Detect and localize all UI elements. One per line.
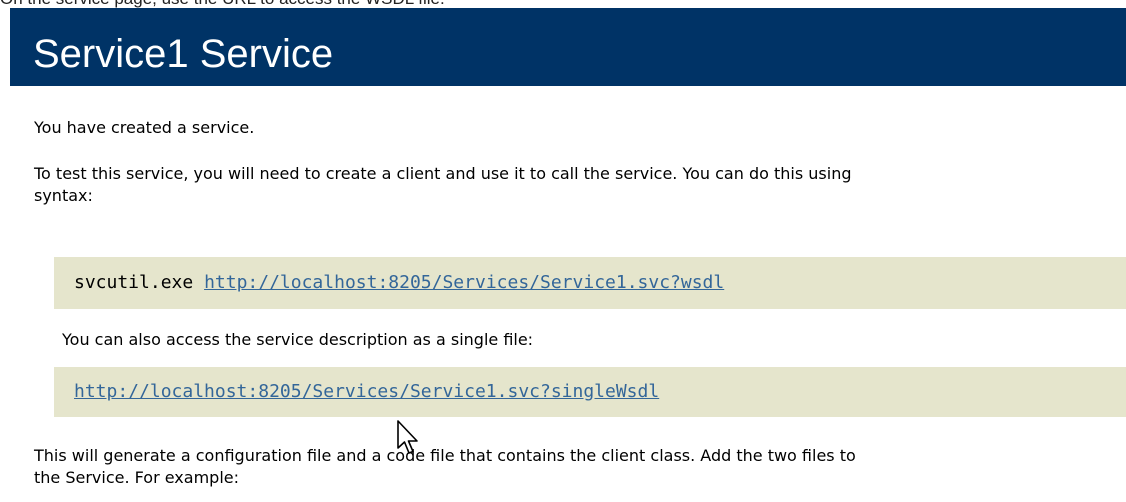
generate-text-line1: This will generate a configuration file … <box>34 446 856 465</box>
wsdl-link[interactable]: http://localhost:8205/Services/Service1.… <box>204 272 724 293</box>
test-instructions-line2: syntax: <box>34 186 93 205</box>
intro-text: You have created a service. <box>34 118 255 137</box>
single-file-text: You can also access the service descript… <box>62 330 534 349</box>
single-wsdl-code-block: http://localhost:8205/Services/Service1.… <box>54 367 1126 417</box>
svcutil-command: svcutil.exe <box>74 272 194 293</box>
test-instructions-line1: To test this service, you will need to c… <box>34 164 852 183</box>
mouse-pointer-icon <box>397 420 418 454</box>
single-wsdl-link[interactable]: http://localhost:8205/Services/Service1.… <box>74 380 659 404</box>
svcutil-code-block: svcutil.exe http://localhost:8205/Servic… <box>54 257 1126 309</box>
page-header: Service1 Service <box>10 8 1126 86</box>
page-title: Service1 Service <box>33 32 334 76</box>
generate-text-line2: the Service. For example: <box>34 468 239 487</box>
